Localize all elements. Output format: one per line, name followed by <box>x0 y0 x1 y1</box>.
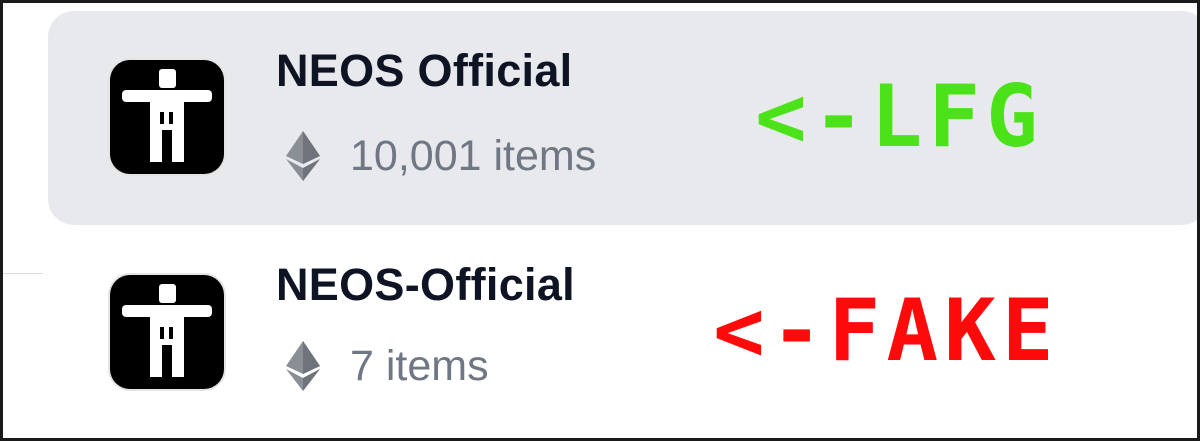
collection-avatar <box>110 60 224 174</box>
item-count: 10,001 items <box>350 131 597 180</box>
screenshot-frame: NEOS Official 10,001 items NEOS-Official… <box>0 0 1200 441</box>
robot-figure-icon <box>122 69 212 162</box>
collection-meta: 7 items <box>286 341 489 391</box>
item-count: 7 items <box>350 341 489 390</box>
divider <box>3 273 43 274</box>
collection-name: NEOS-Official <box>276 259 575 310</box>
collection-meta: 10,001 items <box>286 131 596 181</box>
collection-name: NEOS Official <box>276 45 573 96</box>
ethereum-icon <box>286 341 320 391</box>
annotation-lfg: <-LFG <box>755 67 1044 167</box>
collection-avatar <box>110 275 224 389</box>
annotation-fake: <-FAKE <box>713 281 1060 381</box>
ethereum-icon <box>286 131 320 181</box>
robot-figure-icon <box>122 284 212 377</box>
